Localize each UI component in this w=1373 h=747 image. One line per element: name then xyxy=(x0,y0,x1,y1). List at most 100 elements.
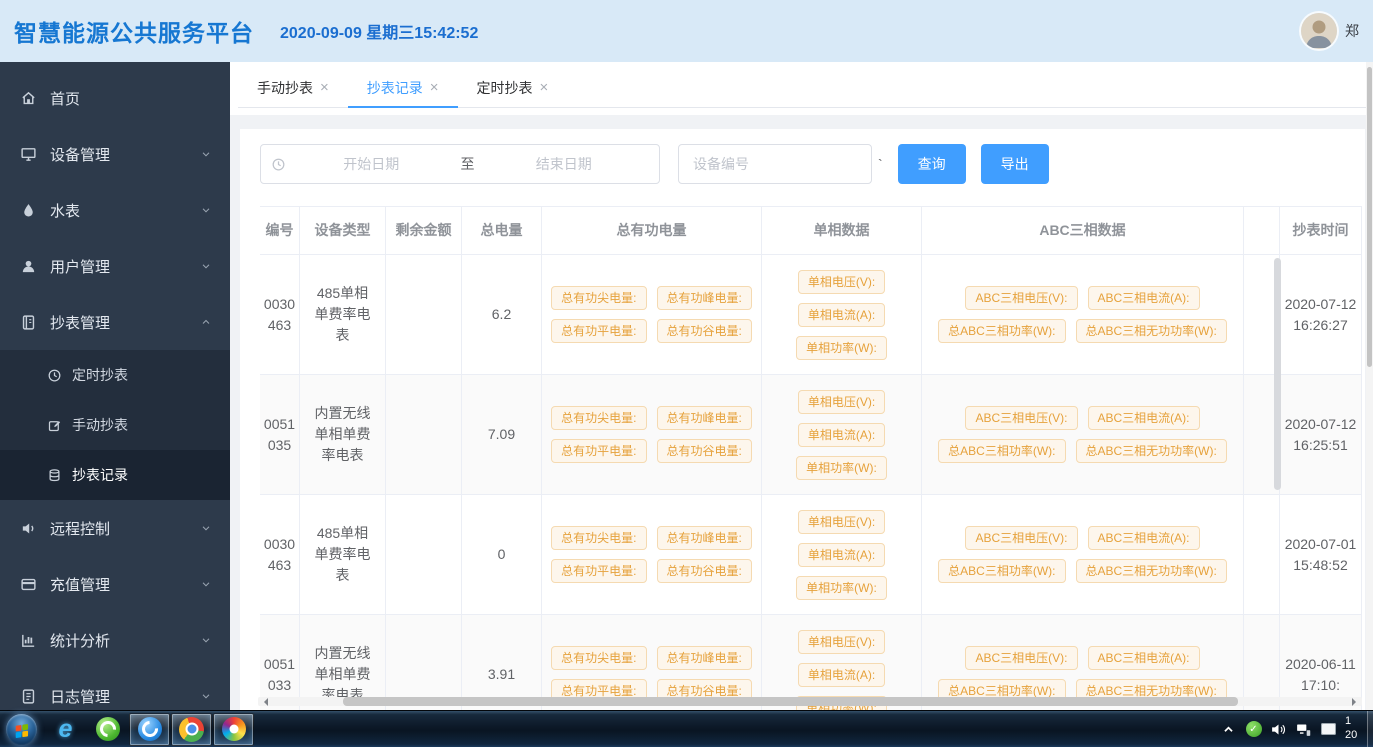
horizontal-scrollbar[interactable] xyxy=(258,697,1362,706)
data-tag: 总ABC三相功率(W): xyxy=(938,559,1065,583)
data-tag: 总有功峰电量: xyxy=(657,646,752,670)
ie-icon: e xyxy=(59,717,73,742)
blue-browser-taskbar-button[interactable] xyxy=(129,713,170,746)
horizontal-scrollbar-thumb[interactable] xyxy=(343,697,1238,706)
query-button[interactable]: 查询 xyxy=(898,144,966,184)
table-cell: 0051033 xyxy=(260,615,300,710)
header-datetime: 2020-09-09 星期三15:42:52 xyxy=(280,19,478,43)
clock-icon xyxy=(271,157,286,172)
sidebar-item-recharge-management[interactable]: 充值管理 xyxy=(0,556,230,612)
table-cell xyxy=(386,495,462,614)
data-tag: 单相电压(V): xyxy=(798,390,885,414)
table-cell: 2020-06-11 17:10: xyxy=(1280,615,1362,710)
volume-icon[interactable] xyxy=(1270,721,1287,738)
date-range-picker[interactable]: 开始日期 至 结束日期 xyxy=(260,144,660,184)
chevron-down-icon xyxy=(200,634,212,646)
horizontal-scrollbar-track[interactable] xyxy=(268,697,1352,706)
chevron-down-icon xyxy=(200,204,212,216)
table-vertical-scrollbar-thumb[interactable] xyxy=(1274,258,1281,490)
scroll-left-arrow[interactable] xyxy=(260,698,268,706)
tag-row: 单相电压(V): xyxy=(798,390,885,414)
close-icon[interactable]: × xyxy=(320,80,329,95)
data-tag: ABC三相电流(A): xyxy=(1088,286,1200,310)
table-cell: 3.91 xyxy=(462,615,542,710)
stray-character: ` xyxy=(878,156,883,172)
sidebar-item-scheduled-reading[interactable]: 定时抄表 xyxy=(0,350,230,400)
table-cell: 7.09 xyxy=(462,375,542,494)
vertical-scrollbar-thumb[interactable] xyxy=(1367,67,1372,367)
taskbar-clock[interactable]: 1 20 xyxy=(1345,715,1363,743)
user-menu[interactable]: 郑 xyxy=(1301,13,1359,49)
content-area: 开始日期 至 结束日期 设备编号 ` 查询 导出 编号设备类型剩余 xyxy=(230,115,1373,710)
timer-icon xyxy=(47,368,62,383)
sidebar-item-user-management[interactable]: 用户管理 xyxy=(0,238,230,294)
column-header: ABC三相数据 xyxy=(922,207,1244,254)
media-app-taskbar-button[interactable] xyxy=(213,713,254,746)
tag-row: 单相功率(W): xyxy=(796,336,887,360)
sidebar-item-log-management[interactable]: 日志管理 xyxy=(0,668,230,710)
scroll-right-arrow[interactable] xyxy=(1352,698,1360,706)
column-header-label: 剩余金额 xyxy=(396,220,452,241)
data-tag: ABC三相电压(V): xyxy=(965,646,1077,670)
ie-taskbar-button[interactable]: e xyxy=(45,713,86,746)
tag-row: 单相电流(A): xyxy=(798,543,885,567)
table-cell: ABC三相电压(V):ABC三相电流(A):总ABC三相功率(W):总ABC三相… xyxy=(922,375,1244,494)
start-button[interactable] xyxy=(6,714,37,745)
tab-scheduled-reading[interactable]: 定时抄表× xyxy=(458,68,568,107)
cell-value: 3.91 xyxy=(488,664,515,685)
column-header: 单相数据 xyxy=(762,207,922,254)
sidebar-item-remote-control[interactable]: 远程控制 xyxy=(0,500,230,556)
data-tag: 总有功尖电量: xyxy=(551,646,646,670)
device-number-input[interactable]: 设备编号 xyxy=(678,144,872,184)
sidebar-item-manual-reading[interactable]: 手动抄表 xyxy=(0,400,230,450)
sidebar-item-meter-reading-management[interactable]: 抄表管理 xyxy=(0,294,230,350)
chevron-down-icon xyxy=(200,578,212,590)
tag-row: 单相电压(V): xyxy=(798,270,885,294)
column-header-label: ABC三相数据 xyxy=(1039,220,1125,241)
tab-label: 抄表记录 xyxy=(367,78,423,98)
cell-value: 0 xyxy=(498,544,506,565)
tag-row: ABC三相电压(V):ABC三相电流(A): xyxy=(965,406,1199,430)
network-icon[interactable] xyxy=(1295,721,1312,738)
column-header-label: 总电量 xyxy=(481,220,523,241)
close-icon[interactable]: × xyxy=(540,80,549,95)
data-tag: 总有功平电量: xyxy=(551,439,646,463)
sidebar-item-label: 设备管理 xyxy=(50,144,110,165)
green-browser-taskbar-button[interactable] xyxy=(87,713,128,746)
sidebar-item-home[interactable]: 首页 xyxy=(0,70,230,126)
search-toolbar: 开始日期 至 结束日期 设备编号 ` 查询 导出 xyxy=(260,144,1365,184)
ime-icon[interactable] xyxy=(1320,721,1337,738)
close-icon[interactable]: × xyxy=(430,80,439,95)
date-range-separator: 至 xyxy=(457,154,479,174)
data-tag: 总有功谷电量: xyxy=(657,319,752,343)
sidebar-item-reading-records[interactable]: 抄表记录 xyxy=(0,450,230,500)
tag-row: 总有功平电量: 总有功谷电量: xyxy=(551,319,752,343)
end-date-input[interactable]: 结束日期 xyxy=(479,154,650,174)
tag-row: 单相电流(A): xyxy=(798,423,885,447)
chrome-taskbar-button[interactable] xyxy=(171,713,212,746)
table-row: 0030463485单相单费率电表6.2总有功尖电量:总有功峰电量:总有功平电量… xyxy=(260,255,1362,375)
data-tag: ABC三相电压(V): xyxy=(965,526,1077,550)
security-shield-icon[interactable]: ✓ xyxy=(1245,721,1262,738)
chevron-up-icon xyxy=(200,316,212,328)
vertical-scrollbar[interactable] xyxy=(1366,62,1373,710)
sidebar-item-label: 充值管理 xyxy=(50,574,110,595)
show-desktop-button[interactable] xyxy=(1367,711,1373,747)
windows-logo-icon xyxy=(13,720,31,738)
tab-reading-records[interactable]: 抄表记录 × xyxy=(348,68,458,107)
column-header: 设备类型 xyxy=(300,207,386,254)
sidebar-item-device-management[interactable]: 设备管理 xyxy=(0,126,230,182)
data-tag: 总有功平电量: xyxy=(551,559,646,583)
export-button[interactable]: 导出 xyxy=(981,144,1049,184)
avatar[interactable] xyxy=(1301,13,1337,49)
hidden-icons-icon[interactable] xyxy=(1220,721,1237,738)
cell-value: 0051033 xyxy=(262,654,297,696)
data-tag: ABC三相电压(V): xyxy=(965,286,1077,310)
sidebar-item-water-meter[interactable]: 水表 xyxy=(0,182,230,238)
cell-value: 485单相单费率电表 xyxy=(312,283,373,346)
sidebar-item-statistics-analysis[interactable]: 统计分析 xyxy=(0,612,230,668)
data-tag: 总有功平电量: xyxy=(551,319,646,343)
table-cell: 6.2 xyxy=(462,255,542,374)
start-date-input[interactable]: 开始日期 xyxy=(286,154,457,174)
tab-manual-reading[interactable]: 手动抄表× xyxy=(238,68,348,107)
